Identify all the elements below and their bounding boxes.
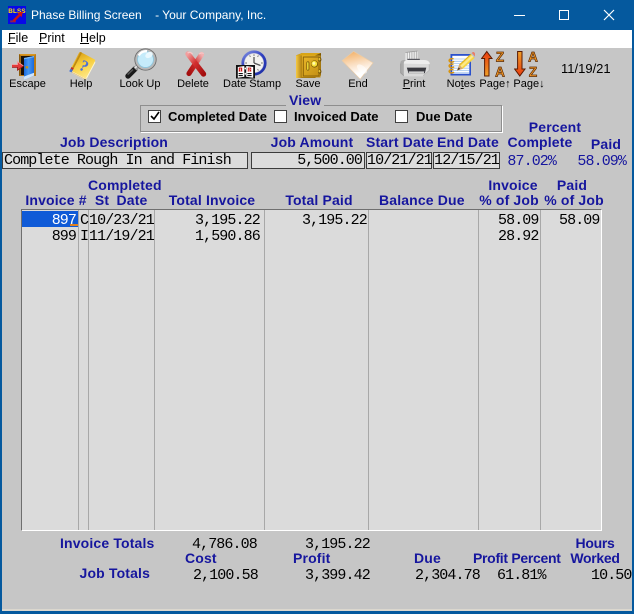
- svg-text:A: A: [528, 50, 538, 65]
- svg-text:Z: Z: [496, 50, 504, 65]
- svg-text:BLSS: BLSS: [8, 8, 26, 15]
- svg-text:A: A: [495, 65, 505, 79]
- svg-text:Z: Z: [529, 65, 537, 79]
